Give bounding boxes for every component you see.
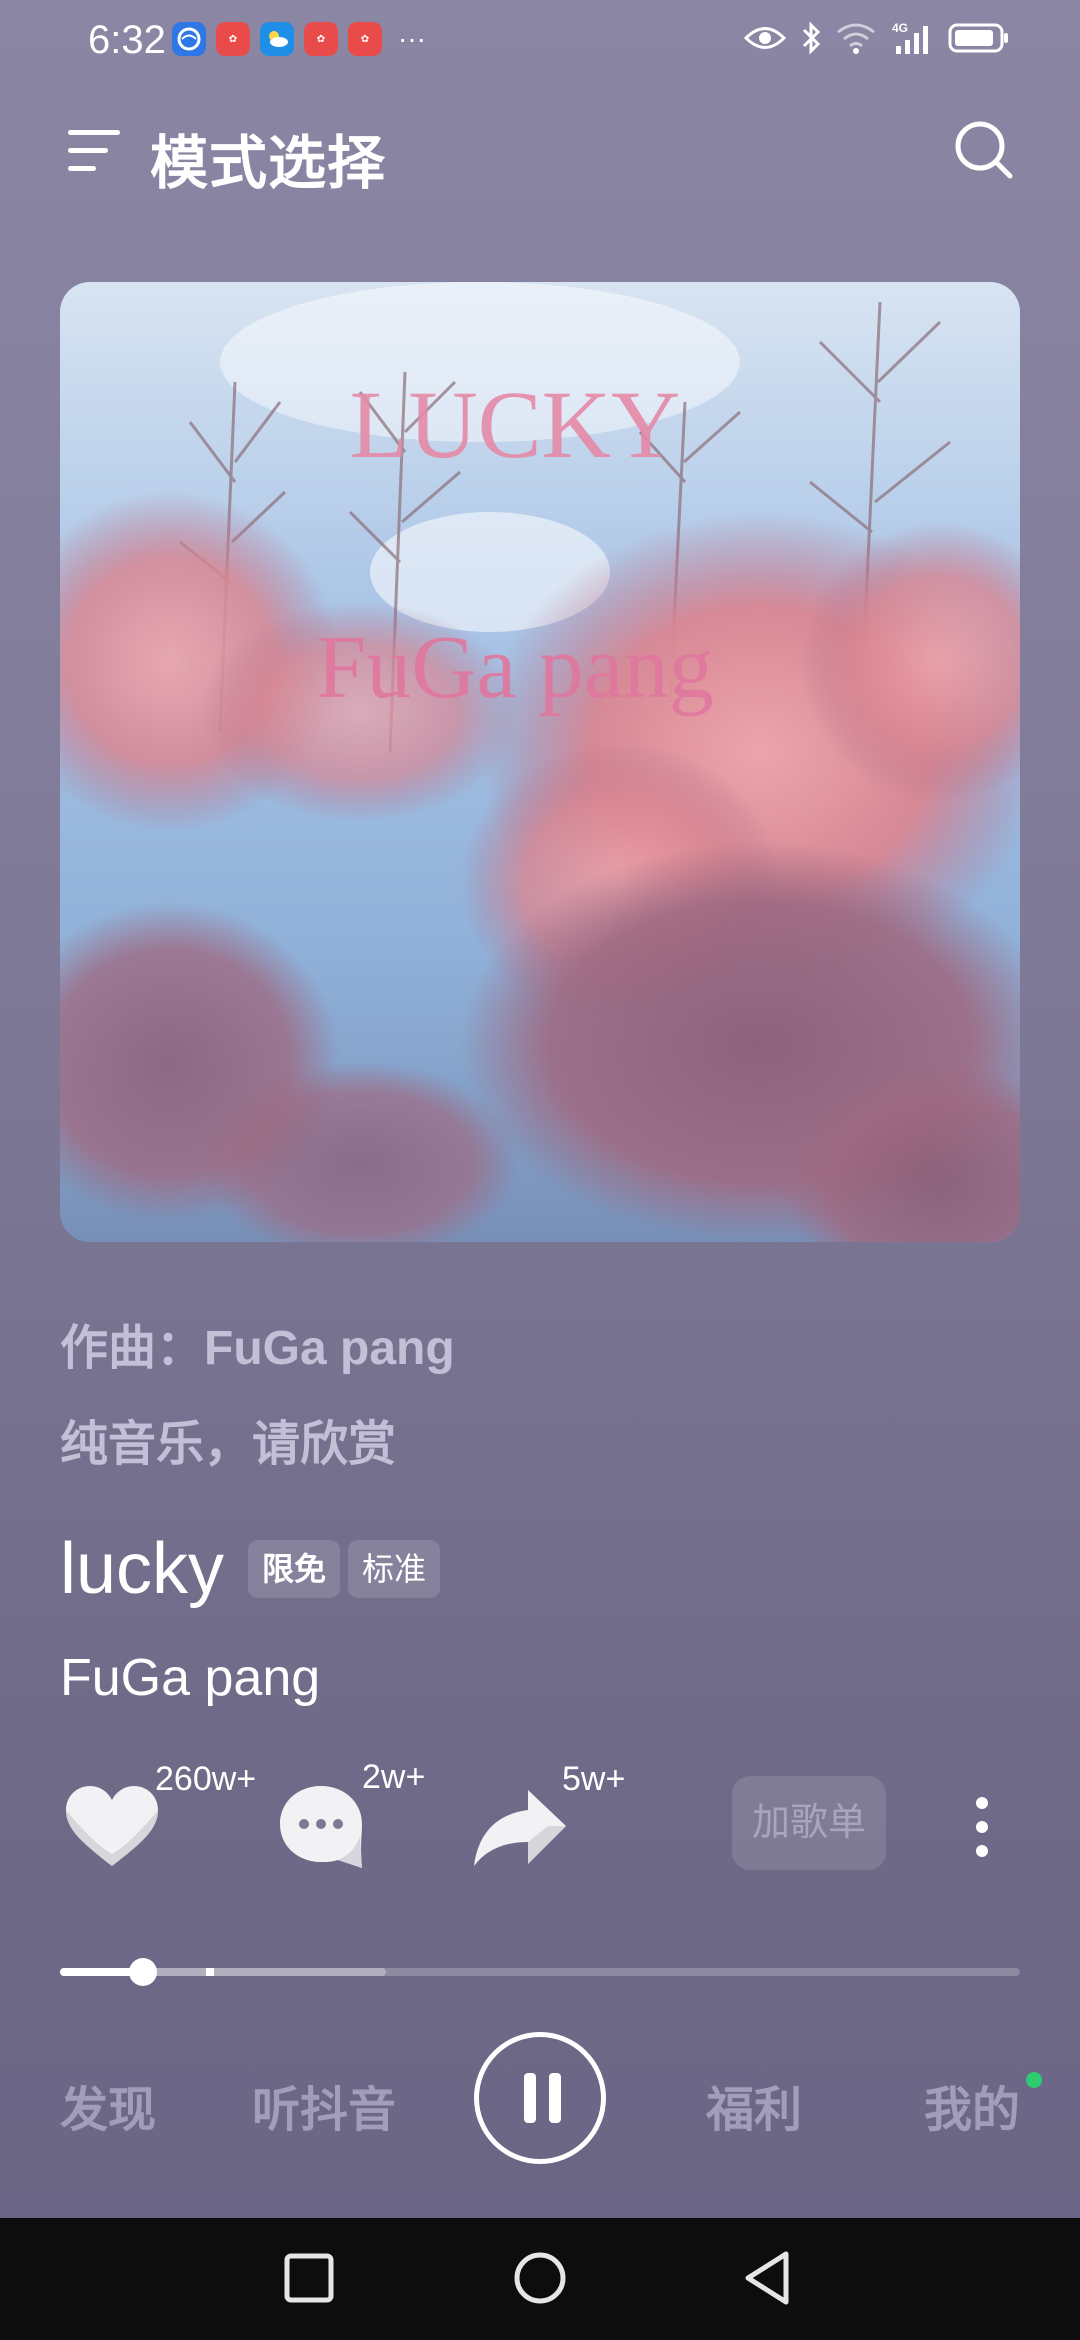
artist-name[interactable]: FuGa pang — [60, 1648, 320, 1708]
song-title: lucky — [60, 1529, 225, 1609]
tab-mine[interactable]: 我的 — [924, 2070, 1020, 2140]
cover-artist-text: FuGa pang — [316, 618, 713, 717]
like-count: 260w+ — [155, 1760, 257, 1798]
network-type-label: 4G — [892, 21, 908, 35]
heart-icon — [66, 1786, 158, 1866]
weather-icon — [260, 22, 294, 56]
more-notifications-indicator: ··· — [398, 23, 426, 54]
like-button[interactable] — [64, 1784, 160, 1868]
cellular-signal-icon: 4G — [892, 21, 928, 54]
system-icons: 4G — [744, 20, 1010, 56]
comment-count: 2w+ — [362, 1758, 426, 1796]
share-button[interactable] — [472, 1788, 568, 1868]
huawei-app-icon: ✿ — [216, 22, 250, 56]
progress-thumb[interactable] — [129, 1958, 157, 1986]
composer-credit: 作曲：FuGa pang — [60, 1322, 455, 1375]
lyrics-note: 纯音乐，请欣赏 — [60, 1418, 397, 1471]
notification-icons: ✿ ✿ ✿ ··· — [172, 22, 426, 56]
header: 模式选择 — [0, 110, 1080, 196]
free-badge: 限免 — [248, 1540, 341, 1598]
tab-welfare[interactable]: 福利 — [706, 2070, 802, 2140]
quality-badge[interactable]: 标准 — [348, 1540, 441, 1598]
search-icon[interactable] — [952, 118, 1016, 182]
action-row: 260w+ 2w+ 5w+ 加歌单 — [0, 1750, 1080, 1900]
tab-discover[interactable]: 发现 — [60, 2070, 156, 2140]
system-navigation-bar — [0, 2218, 1080, 2340]
eye-icon — [744, 27, 786, 49]
home-icon[interactable] — [512, 2248, 568, 2308]
huawei-app-icon: ✿ — [304, 22, 338, 56]
comment-icon — [280, 1786, 362, 1868]
more-options-icon[interactable] — [974, 1796, 990, 1858]
cover-title-text: LUCKY — [350, 371, 681, 478]
pause-button[interactable] — [474, 2032, 606, 2164]
album-cover[interactable]: LUCKY FuGa pang — [60, 282, 1020, 1242]
huawei-app-icon: ✿ — [348, 22, 382, 56]
share-count: 5w+ — [562, 1760, 626, 1798]
bluetooth-icon — [802, 21, 821, 55]
comment-button[interactable] — [278, 1784, 364, 1870]
tab-listen-douyin[interactable]: 听抖音 — [252, 2070, 396, 2140]
notification-dot — [1026, 2072, 1042, 2088]
browser-icon — [172, 22, 206, 56]
wifi-icon — [837, 23, 875, 54]
status-bar: 6:32 ✿ ✿ ✿ ··· 4G — [0, 0, 1080, 80]
album-cover-art: LUCKY FuGa pang — [60, 282, 1020, 1242]
recent-apps-icon[interactable] — [284, 2248, 334, 2308]
progress-marker — [206, 1968, 214, 1976]
back-icon[interactable] — [742, 2248, 792, 2308]
playback-progress[interactable] — [60, 1958, 1020, 1986]
menu-icon[interactable] — [66, 124, 122, 176]
battery-icon — [948, 23, 1008, 53]
add-to-playlist-button[interactable]: 加歌单 — [732, 1776, 886, 1870]
page-title[interactable]: 模式选择 — [150, 116, 386, 200]
share-arrow-icon — [474, 1790, 566, 1866]
status-time: 6:32 — [88, 18, 166, 62]
